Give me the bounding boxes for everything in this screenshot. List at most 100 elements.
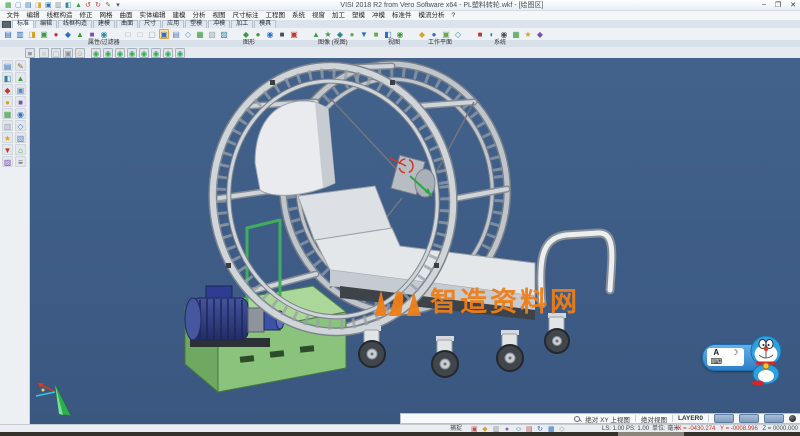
view-toolbar-icon[interactable]: ◉ <box>151 48 161 58</box>
toolbar-icon[interactable]: ■ <box>277 29 287 39</box>
toolbar-tab[interactable]: 应用 <box>162 20 184 28</box>
view-state-field[interactable]: 绝对 XY 上视图 <box>585 414 630 424</box>
toolbar-icon[interactable]: ◉ <box>99 29 109 39</box>
menu-item[interactable]: 曲面 <box>116 11 136 20</box>
menu-item[interactable]: 分析 <box>189 11 209 20</box>
view-toolbar-icon[interactable]: ◉ <box>163 48 173 58</box>
menu-item[interactable]: 编辑 <box>23 11 43 20</box>
menu-item[interactable]: 模流分析 <box>415 11 448 20</box>
toolbar-tab[interactable]: 冲模 <box>208 20 230 28</box>
view-toolbar-icon[interactable]: ≡ <box>25 48 35 58</box>
toolbar-icon[interactable]: ▣ <box>289 29 299 39</box>
toolbar-icon[interactable]: ◆ <box>241 29 251 39</box>
minimize-button[interactable]: – <box>762 1 766 9</box>
keyboard-icon[interactable]: ⌨ <box>710 358 722 366</box>
side-tool-icon[interactable]: ▦ <box>2 108 13 119</box>
side-tool-icon[interactable]: ■ <box>15 96 26 107</box>
ime-status-box[interactable]: A ☽ ⌨ <box>707 348 744 366</box>
toolbar-tab[interactable]: 加工 <box>231 20 253 28</box>
toolbar-icon[interactable]: ◆ <box>335 29 345 39</box>
search-icon[interactable] <box>574 416 580 422</box>
menu-item[interactable]: 工程图 <box>262 11 289 20</box>
side-tool-icon[interactable]: ⌂ <box>15 144 26 155</box>
toolbar-icon[interactable]: ▼ <box>359 29 369 39</box>
3d-model[interactable] <box>30 58 800 424</box>
quick-access-icon[interactable]: ↺ <box>84 1 92 9</box>
quick-access-icon[interactable]: ◨ <box>34 1 42 9</box>
menu-item[interactable]: 尺寸标注 <box>229 11 262 20</box>
toolbar-icon[interactable]: ● <box>253 29 263 39</box>
toolbar-icon[interactable]: ▦ <box>511 29 521 39</box>
quick-access-icon[interactable]: ▣ <box>44 1 52 9</box>
quick-access-icon[interactable]: ▥ <box>54 1 62 9</box>
toolbar-icon[interactable]: ▲ <box>311 29 321 39</box>
toolbar-icon[interactable]: ◉ <box>395 29 405 39</box>
maximize-button[interactable]: ❐ <box>775 1 781 9</box>
toolbar-icon[interactable]: ▦ <box>195 29 205 39</box>
toolbar-icon[interactable]: ▤ <box>171 29 181 39</box>
toolbar-icon[interactable]: ▧ <box>207 29 217 39</box>
menu-item[interactable]: 塑模 <box>349 11 369 20</box>
menu-item[interactable]: 网格 <box>96 11 116 20</box>
toolbar-icon[interactable]: ● <box>51 29 61 39</box>
toolbar-icon[interactable]: ▢ <box>147 29 157 39</box>
quick-access-icon[interactable]: ▦ <box>4 1 12 9</box>
render-mode-sphere-icon[interactable] <box>789 415 796 422</box>
toolbar-icon[interactable]: ■ <box>87 29 97 39</box>
toolbar-icon[interactable]: ▲ <box>75 29 85 39</box>
toolbar-icon[interactable]: ▣ <box>39 29 49 39</box>
side-tool-icon[interactable]: ▥ <box>2 120 13 131</box>
menu-item[interactable]: 实体编辑 <box>136 11 169 20</box>
toolbar-icon[interactable]: ◆ <box>63 29 73 39</box>
quick-access-icon[interactable]: ✎ <box>104 1 112 9</box>
menu-item[interactable]: 建模 <box>169 11 189 20</box>
toolbar-icon[interactable]: ◇ <box>453 29 463 39</box>
toolbar-icon[interactable]: ◧ <box>383 29 393 39</box>
view-toolbar-icon[interactable]: ◉ <box>91 48 101 58</box>
moon-icon[interactable]: ☽ <box>731 349 738 357</box>
layer-field[interactable]: LAYER0 <box>678 415 703 422</box>
toolbar-icon[interactable]: ■ <box>371 29 381 39</box>
toolbar-icon[interactable]: ▣ <box>441 29 451 39</box>
toolbar-icon[interactable]: ◨ <box>27 29 37 39</box>
view-bar-button[interactable] <box>714 414 734 423</box>
toolbar-icon[interactable]: ◉ <box>499 29 509 39</box>
menu-item[interactable]: 视窗 <box>309 11 329 20</box>
quick-access-icon[interactable]: ▤ <box>24 1 32 9</box>
side-tool-icon[interactable]: ▲ <box>15 72 26 83</box>
ime-toolbar[interactable]: A ☽ ⌨ <box>702 334 792 386</box>
3d-viewport[interactable]: 智造资料网 绝对 XY 上视图 绝对视图 LAYER0 <box>30 58 800 424</box>
toolbar-tab[interactable]: 标准 <box>12 20 34 28</box>
quick-access-icon[interactable]: ▢ <box>14 1 22 9</box>
view-bar-button[interactable] <box>764 414 784 423</box>
toolbar-icon[interactable]: □ <box>135 29 145 39</box>
side-tool-icon[interactable]: ▣ <box>15 84 26 95</box>
toolbar-icon[interactable]: ◇ <box>183 29 193 39</box>
menu-item[interactable]: 冲模 <box>369 11 389 20</box>
quick-access-icon[interactable]: ◧ <box>64 1 72 9</box>
menu-item[interactable]: 加工 <box>329 11 349 20</box>
toolbar-icon[interactable]: ◆ <box>417 29 427 39</box>
menu-item[interactable]: 视图 <box>209 11 229 20</box>
toolbar-tab[interactable]: 尺寸 <box>139 20 161 28</box>
side-tool-icon[interactable]: ◉ <box>15 108 26 119</box>
menu-item[interactable]: 系统 <box>289 11 309 20</box>
view-toolbar-icon[interactable]: ▢ <box>51 48 61 58</box>
menu-item[interactable]: 修正 <box>76 11 96 20</box>
toolbar-icon[interactable]: ● <box>429 29 439 39</box>
toolbar-tab[interactable]: 曲面 <box>116 20 138 28</box>
view-toolbar-icon[interactable]: ◉ <box>103 48 113 58</box>
toolbar-icon[interactable]: ★ <box>323 29 333 39</box>
view-toolbar-icon[interactable]: ☺ <box>75 48 85 58</box>
ime-language-indicator[interactable]: A <box>713 349 719 357</box>
side-tool-icon[interactable]: ≡ <box>15 156 26 167</box>
toolbar-icon[interactable]: ◆ <box>535 29 545 39</box>
side-tool-icon[interactable]: ▧ <box>15 132 26 143</box>
side-tool-icon[interactable]: ◇ <box>15 120 26 131</box>
side-tool-icon[interactable]: ◧ <box>2 72 13 83</box>
toolbar-icon[interactable]: ● <box>347 29 357 39</box>
quick-access-icon[interactable]: ▾ <box>114 1 122 9</box>
side-tool-icon[interactable]: ★ <box>2 132 13 143</box>
menu-item[interactable]: 标准件 <box>389 11 416 20</box>
view-toolbar-icon[interactable]: ◉ <box>139 48 149 58</box>
